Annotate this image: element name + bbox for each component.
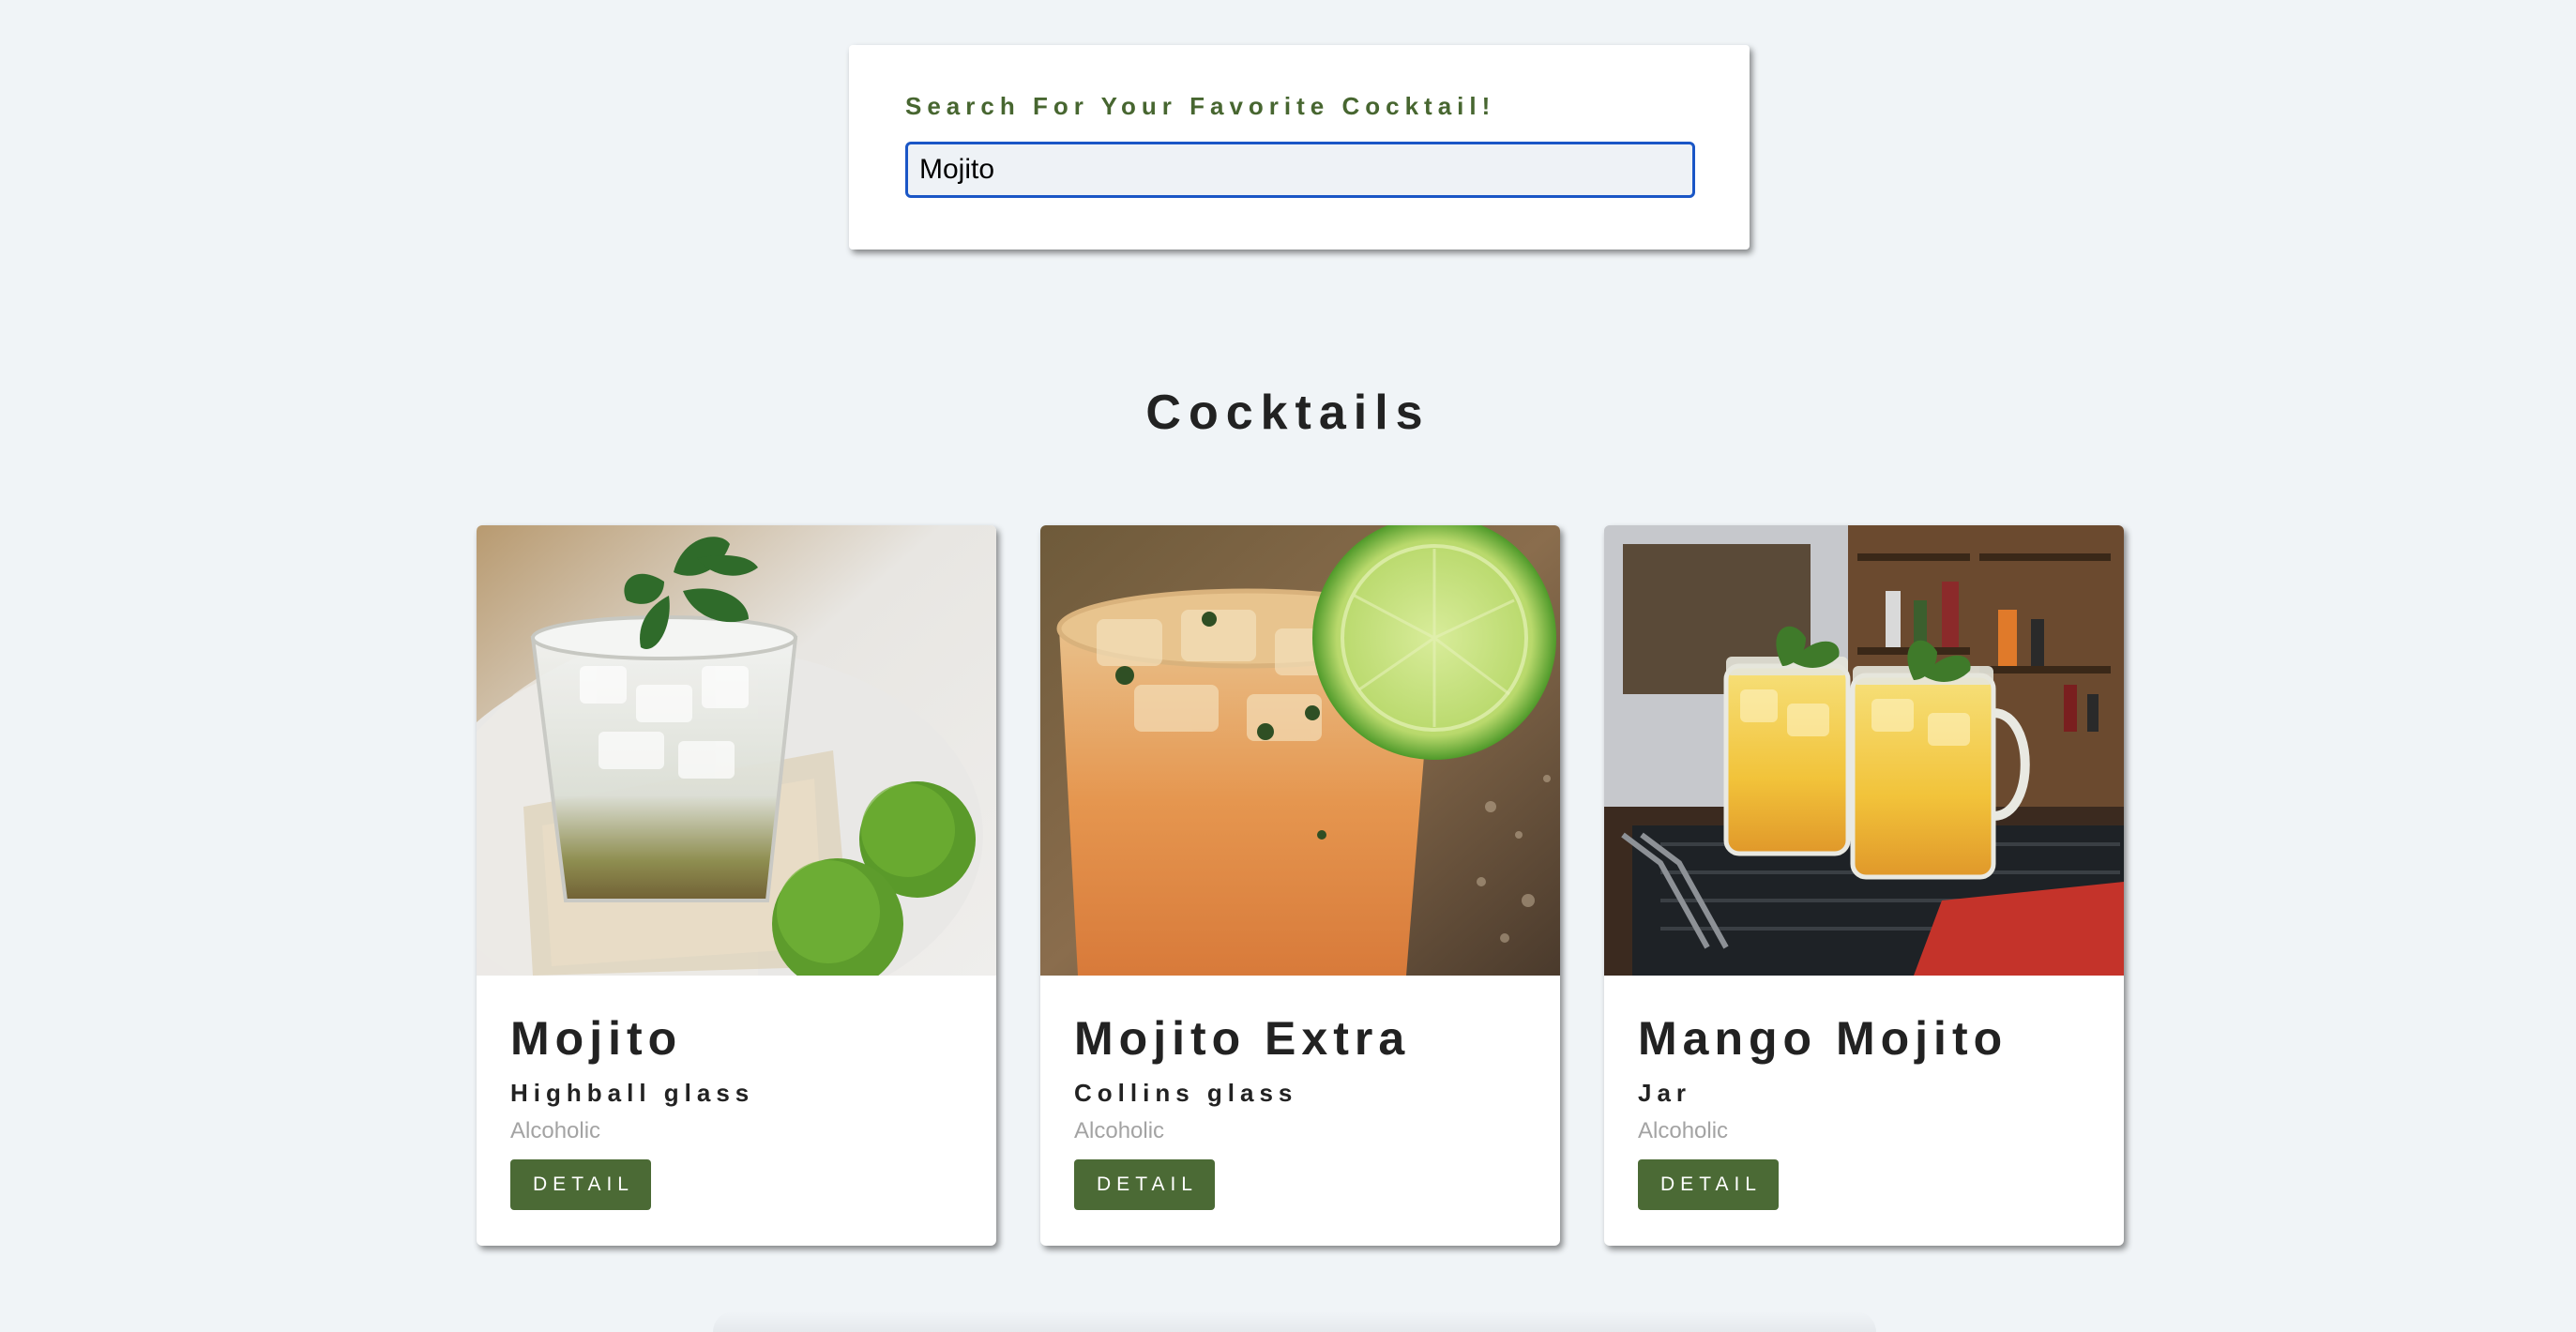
search-label: Search For Your Favorite Cocktail!: [905, 92, 1496, 120]
detail-button[interactable]: DETAIL: [510, 1159, 651, 1210]
search-input[interactable]: [905, 142, 1695, 198]
cocktail-card: Mojito Extra Collins glass Alcoholic DET…: [1040, 525, 1560, 1246]
detail-button[interactable]: DETAIL: [1638, 1159, 1779, 1210]
search-panel: Search For Your Favorite Cocktail!: [849, 45, 1750, 250]
cocktail-name: Mango Mojito: [1638, 1012, 2008, 1065]
cocktail-image: [1040, 525, 1560, 976]
cocktail-image: [1604, 525, 2124, 976]
cocktail-name: Mojito: [510, 1012, 683, 1065]
cocktail-card: Mojito Highball glass Alcoholic DETAIL: [477, 525, 996, 1246]
next-section-edge: [713, 1311, 1876, 1332]
detail-button[interactable]: DETAIL: [1074, 1159, 1215, 1210]
cocktail-list: Mojito Highball glass Alcoholic DETAIL M…: [477, 525, 2124, 1246]
cocktail-card: Mango Mojito Jar Alcoholic DETAIL: [1604, 525, 2124, 1246]
cocktail-image: [477, 525, 996, 976]
cocktail-type: Alcoholic: [1638, 1118, 1729, 1143]
cocktail-glass: Jar: [1638, 1079, 1692, 1107]
cocktail-type: Alcoholic: [1074, 1118, 1165, 1143]
cocktail-name: Mojito Extra: [1074, 1012, 1411, 1065]
cocktail-type: Alcoholic: [510, 1118, 601, 1143]
cocktail-glass: Highball glass: [510, 1079, 755, 1107]
section-title: Cocktails: [1145, 386, 1431, 440]
cocktail-glass: Collins glass: [1074, 1079, 1298, 1107]
